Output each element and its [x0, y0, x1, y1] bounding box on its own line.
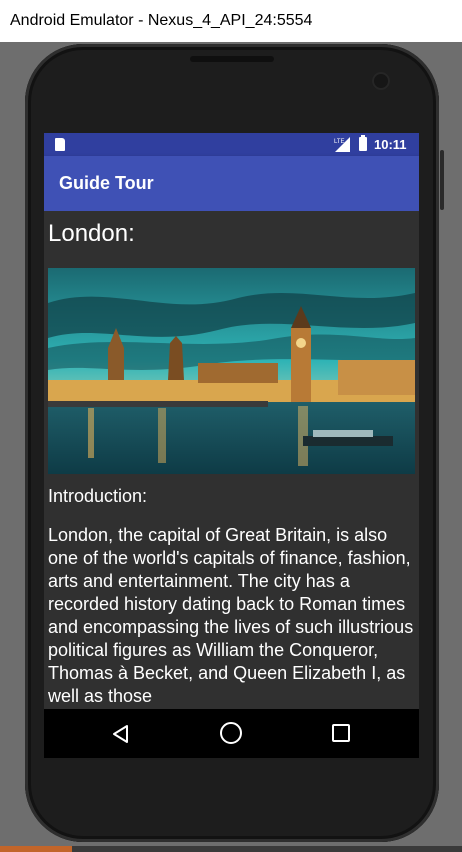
battery-icon: [359, 135, 367, 151]
window-title: Android Emulator - Nexus_4_API_24:5554: [10, 12, 313, 29]
introduction-text: London, the capital of Great Britain, is…: [48, 525, 414, 706]
status-bar: LTE 10:11: [44, 133, 419, 156]
speaker-grille: [190, 56, 274, 62]
device-screen: LTE 10:11 Guide Tour London: Introductio…: [44, 133, 419, 758]
recents-icon[interactable]: [332, 724, 350, 742]
navigation-bar: [44, 709, 419, 758]
introduction-label: Introduction:: [48, 486, 148, 506]
power-button[interactable]: [440, 150, 444, 210]
app-bar: Guide Tour: [44, 156, 419, 211]
svg-text:LTE: LTE: [334, 139, 345, 145]
sd-card-icon: [55, 138, 65, 151]
emulator-title-bar: Android Emulator - Nexus_4_API_24:5554: [0, 0, 462, 42]
app-title: Guide Tour: [59, 173, 154, 193]
london-photo: [48, 268, 415, 474]
back-icon[interactable]: [110, 723, 132, 745]
city-heading: London:: [48, 220, 135, 247]
front-camera: [372, 72, 390, 90]
home-icon[interactable]: [220, 722, 242, 744]
taskbar-accent: [0, 846, 72, 852]
status-clock: 10:11: [374, 137, 407, 152]
content-scroll-area[interactable]: London: Introduction: London, the capita…: [44, 211, 419, 709]
signal-icon: LTE: [334, 137, 350, 152]
